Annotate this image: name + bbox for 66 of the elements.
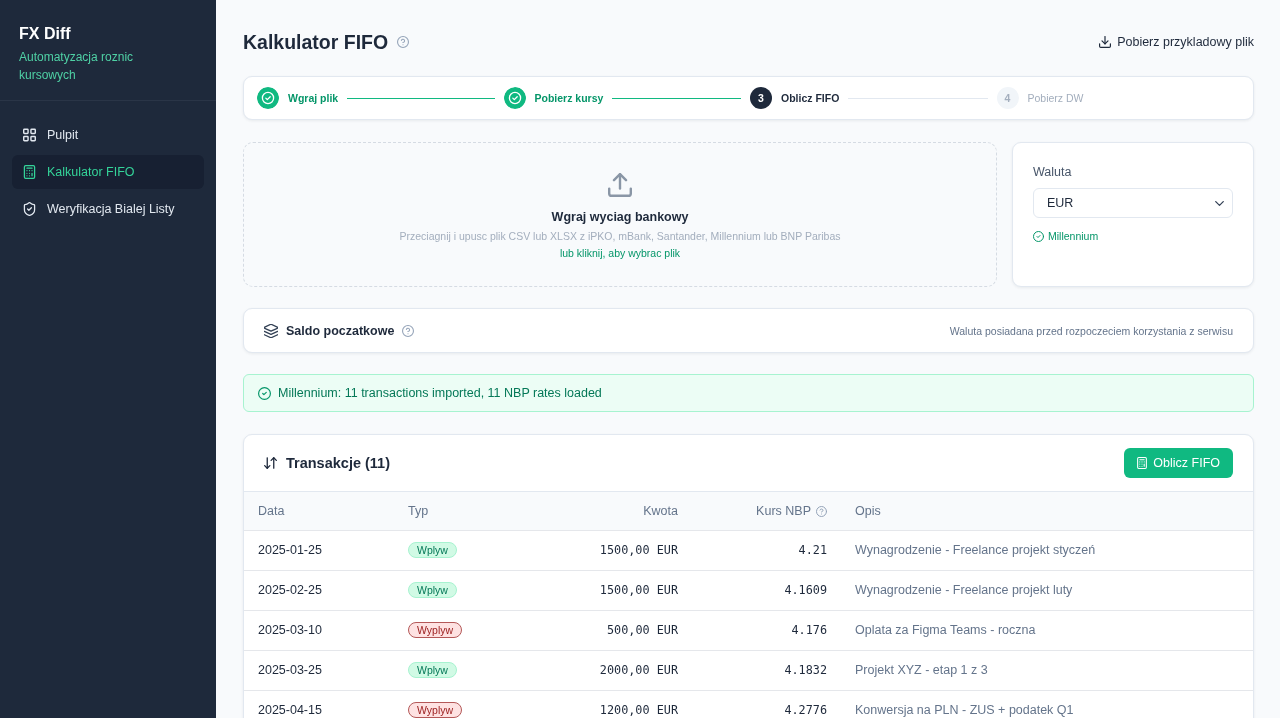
download-link[interactable]: Pobierz przykladowy plik [1099, 35, 1254, 49]
table-cell: 500,00 EUR [606, 623, 678, 637]
calculator-icon [23, 165, 36, 179]
currency-select[interactable]: EUR [1033, 188, 1233, 218]
column-header: Kurs NBP [756, 504, 811, 518]
table-cell: 2025-03-10 [258, 623, 322, 637]
table-cell: 4.2776 [784, 703, 827, 717]
browse-link[interactable]: lub kliknij, aby wybrac plik [559, 244, 681, 261]
step-label: Pobierz DW [1027, 92, 1084, 104]
column-header: Typ [408, 504, 429, 518]
step-label: Pobierz kursy [534, 92, 604, 104]
nav-item[interactable]: Weryfikacja Bialej Listy [12, 192, 204, 226]
section-title: Transakcje (11) [286, 455, 390, 471]
section-title: Saldo poczatkowe [286, 323, 395, 338]
table-cell: 4.1609 [784, 583, 827, 597]
app-tagline: Automatyzacja roznic kursowych [19, 49, 135, 84]
table-cell: 2025-01-25 [258, 543, 322, 557]
download-icon [1099, 36, 1112, 48]
type-tag: Wplyw [408, 661, 457, 678]
table-cell: 2025-04-15 [258, 703, 322, 717]
chevron-down-icon [1215, 200, 1224, 206]
table-cell: 2025-03-25 [258, 663, 322, 677]
upload-title: Wgraj wyciag bankowy [551, 208, 689, 225]
calculator-icon [1137, 457, 1148, 469]
help-icon[interactable] [397, 36, 410, 48]
table-cell: 1200,00 EUR [599, 703, 678, 717]
nav-item[interactable]: Kalkulator FIFO [12, 155, 204, 189]
column-header: Data [258, 504, 285, 518]
step-number: 3 [750, 87, 772, 109]
upload-icon [608, 172, 632, 197]
type-tag: Wyplyw [408, 621, 463, 638]
app-name: FX Diff [19, 24, 72, 44]
shield-check-icon [23, 202, 36, 216]
table-cell: 4.21 [798, 543, 827, 557]
nav-item[interactable]: Pulpit [12, 118, 204, 152]
page-title: Kalkulator FIFO [243, 30, 389, 54]
table-cell: 2025-02-25 [258, 583, 322, 597]
table-cell: Konwersja na PLN - ZUS + podatek Q1 [855, 703, 1074, 717]
column-header: Opis [855, 504, 881, 518]
check-circle-icon [1033, 230, 1044, 242]
section-note: Waluta posiadana przed rozpoczeciem korzystania z serwisu [949, 324, 1233, 337]
table-cell: 4.176 [791, 623, 827, 637]
grid-icon [23, 128, 36, 142]
table-cell: 1500,00 EUR [599, 543, 678, 557]
table-cell: 4.1832 [784, 663, 827, 677]
layers-icon [264, 323, 278, 338]
column-header: Kwota [643, 504, 678, 518]
step-number: 4 [996, 87, 1019, 109]
detected-bank: Millennium [1048, 229, 1099, 244]
help-icon[interactable] [816, 505, 827, 517]
alert-text: Millennium: 11 transactions imported, 11 NBP rates loaded [278, 386, 602, 400]
step-label: Oblicz FIFO [781, 92, 840, 104]
type-tag: Wyplyw [408, 701, 463, 718]
step-label: Wgraj plik [288, 92, 339, 104]
table-cell: Wynagrodzenie - Freelance projekt luty [855, 583, 1073, 597]
type-tag: Wplyw [408, 581, 457, 598]
table-cell: Wynagrodzenie - Freelance projekt styczeń [855, 543, 1096, 557]
field-label: Waluta [1033, 164, 1073, 181]
table-cell: Projekt XYZ - etap 1 z 3 [855, 663, 988, 677]
table-cell: 2000,00 EUR [599, 663, 678, 677]
help-icon[interactable] [402, 324, 415, 337]
sort-arrows-icon [264, 457, 277, 469]
type-tag: Wplyw [408, 541, 457, 558]
table-cell: 1500,00 EUR [599, 583, 678, 597]
table-cell: Oplata za Figma Teams - roczna [855, 623, 1036, 637]
check-circle-icon [258, 386, 271, 400]
